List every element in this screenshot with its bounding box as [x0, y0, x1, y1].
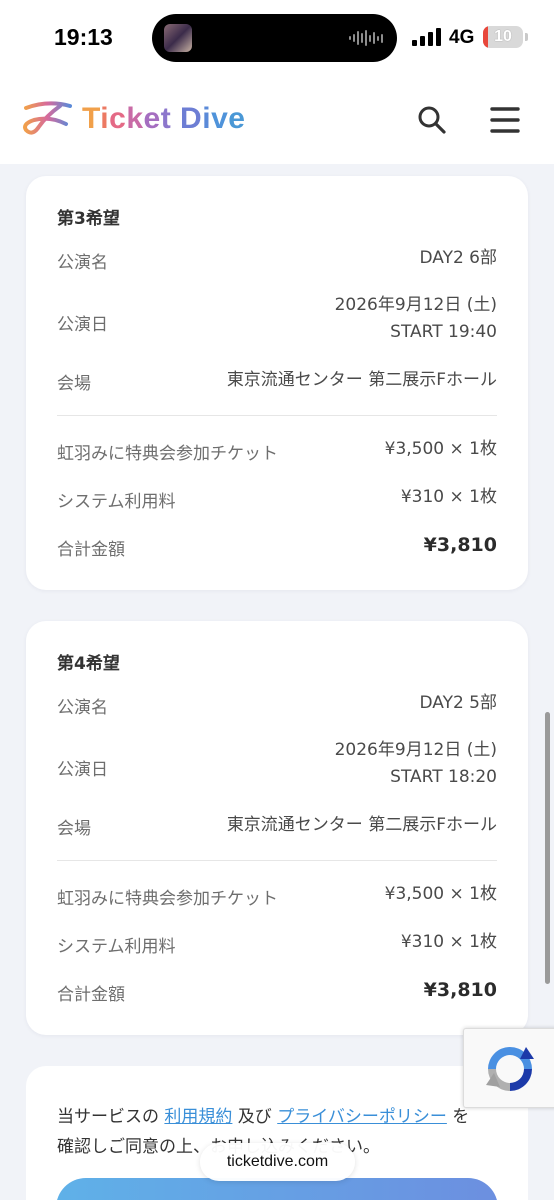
terms-suffix: を	[446, 1107, 470, 1127]
ticket-price: ¥3,500 × 1枚	[384, 439, 497, 459]
logo-letter: i	[202, 102, 212, 135]
logo-letter: D	[180, 102, 203, 135]
system-fee-value: ¥310 × 1枚	[400, 487, 497, 507]
battery-level: 10	[494, 28, 512, 45]
now-playing-artwork	[164, 24, 192, 52]
site-header: Ticket Dive	[0, 76, 554, 164]
battery-cap	[525, 33, 528, 41]
terms-prefix: 当サービスの	[57, 1107, 165, 1127]
logo-letter: e	[228, 102, 246, 135]
logo-letter: e	[143, 102, 161, 135]
total-label: 合計金額	[57, 540, 125, 560]
date-label: 公演日	[57, 760, 108, 780]
apply-button[interactable]	[56, 1178, 498, 1200]
venue-value: 東京流通センター 第二展示Fホール	[226, 815, 497, 835]
ticket-price: ¥3,500 × 1枚	[384, 884, 497, 904]
ticket-label: 虹羽みに特典会参加チケット	[57, 889, 278, 909]
venue-label: 会場	[57, 819, 91, 839]
privacy-policy-link[interactable]: プライバシーポリシー	[277, 1107, 447, 1127]
date-value: 2026年9月12日 (土)	[334, 295, 497, 315]
recaptcha-badge[interactable]	[463, 1028, 554, 1108]
performance-value: DAY2 5部	[419, 693, 497, 713]
ticket-label: 虹羽みに特典会参加チケット	[57, 444, 278, 464]
date-value: 2026年9月12日 (土)	[334, 740, 497, 760]
logo-letter	[171, 102, 180, 135]
battery-icon: 10	[483, 26, 523, 48]
start-time-value: START 19:40	[390, 322, 497, 342]
logo-text[interactable]: Ticket Dive	[82, 102, 245, 136]
terms-middle: 及び	[232, 1107, 278, 1127]
preference-card-4: 第4希望 公演名 DAY2 5部 公演日 2026年9月12日 (土) STAR…	[26, 621, 528, 1035]
logo-letter: i	[100, 102, 110, 135]
terms-of-service-link[interactable]: 利用規約	[164, 1107, 232, 1127]
logo-letter: v	[211, 102, 229, 135]
venue-value: 東京流通センター 第二展示Fホール	[226, 370, 497, 390]
hamburger-menu-icon[interactable]	[486, 102, 524, 138]
date-label: 公演日	[57, 315, 108, 335]
status-bar: 19:13 4G 10	[0, 0, 554, 76]
start-time-value: START 18:20	[390, 767, 497, 787]
divider	[57, 860, 497, 861]
system-fee-label: システム利用料	[57, 937, 176, 957]
logo-letter: T	[82, 102, 101, 135]
performance-label: 公演名	[57, 698, 108, 718]
card-title: 第3希望	[57, 209, 120, 229]
total-value: ¥3,810	[423, 979, 497, 1001]
recaptcha-icon	[486, 1047, 534, 1091]
venue-label: 会場	[57, 374, 91, 394]
terms-notice-line-1: 当サービスの 利用規約 及び プライバシーポリシー を	[57, 1102, 469, 1127]
divider	[57, 415, 497, 416]
performance-value: DAY2 6部	[419, 248, 497, 268]
system-fee-label: システム利用料	[57, 492, 176, 512]
scrollbar-thumb[interactable]	[545, 712, 550, 984]
performance-label: 公演名	[57, 253, 108, 273]
audio-waveform-icon	[349, 30, 383, 46]
status-time: 19:13	[54, 24, 113, 50]
preference-card-3: 第3希望 公演名 DAY2 6部 公演日 2026年9月12日 (土) STAR…	[26, 176, 528, 590]
browser-url-bar[interactable]: ticketdive.com	[200, 1143, 355, 1181]
dynamic-island[interactable]	[152, 14, 397, 62]
network-type: 4G	[449, 27, 475, 48]
ticketdive-logo-icon[interactable]	[20, 98, 76, 138]
search-icon[interactable]	[414, 102, 450, 138]
logo-letter: k	[126, 102, 144, 135]
logo-letter: t	[160, 102, 172, 135]
system-fee-value: ¥310 × 1枚	[400, 932, 497, 952]
card-title: 第4希望	[57, 654, 120, 674]
logo-letter: c	[109, 102, 127, 135]
cellular-signal-icon	[412, 28, 442, 46]
total-value: ¥3,810	[423, 534, 497, 556]
total-label: 合計金額	[57, 985, 125, 1005]
